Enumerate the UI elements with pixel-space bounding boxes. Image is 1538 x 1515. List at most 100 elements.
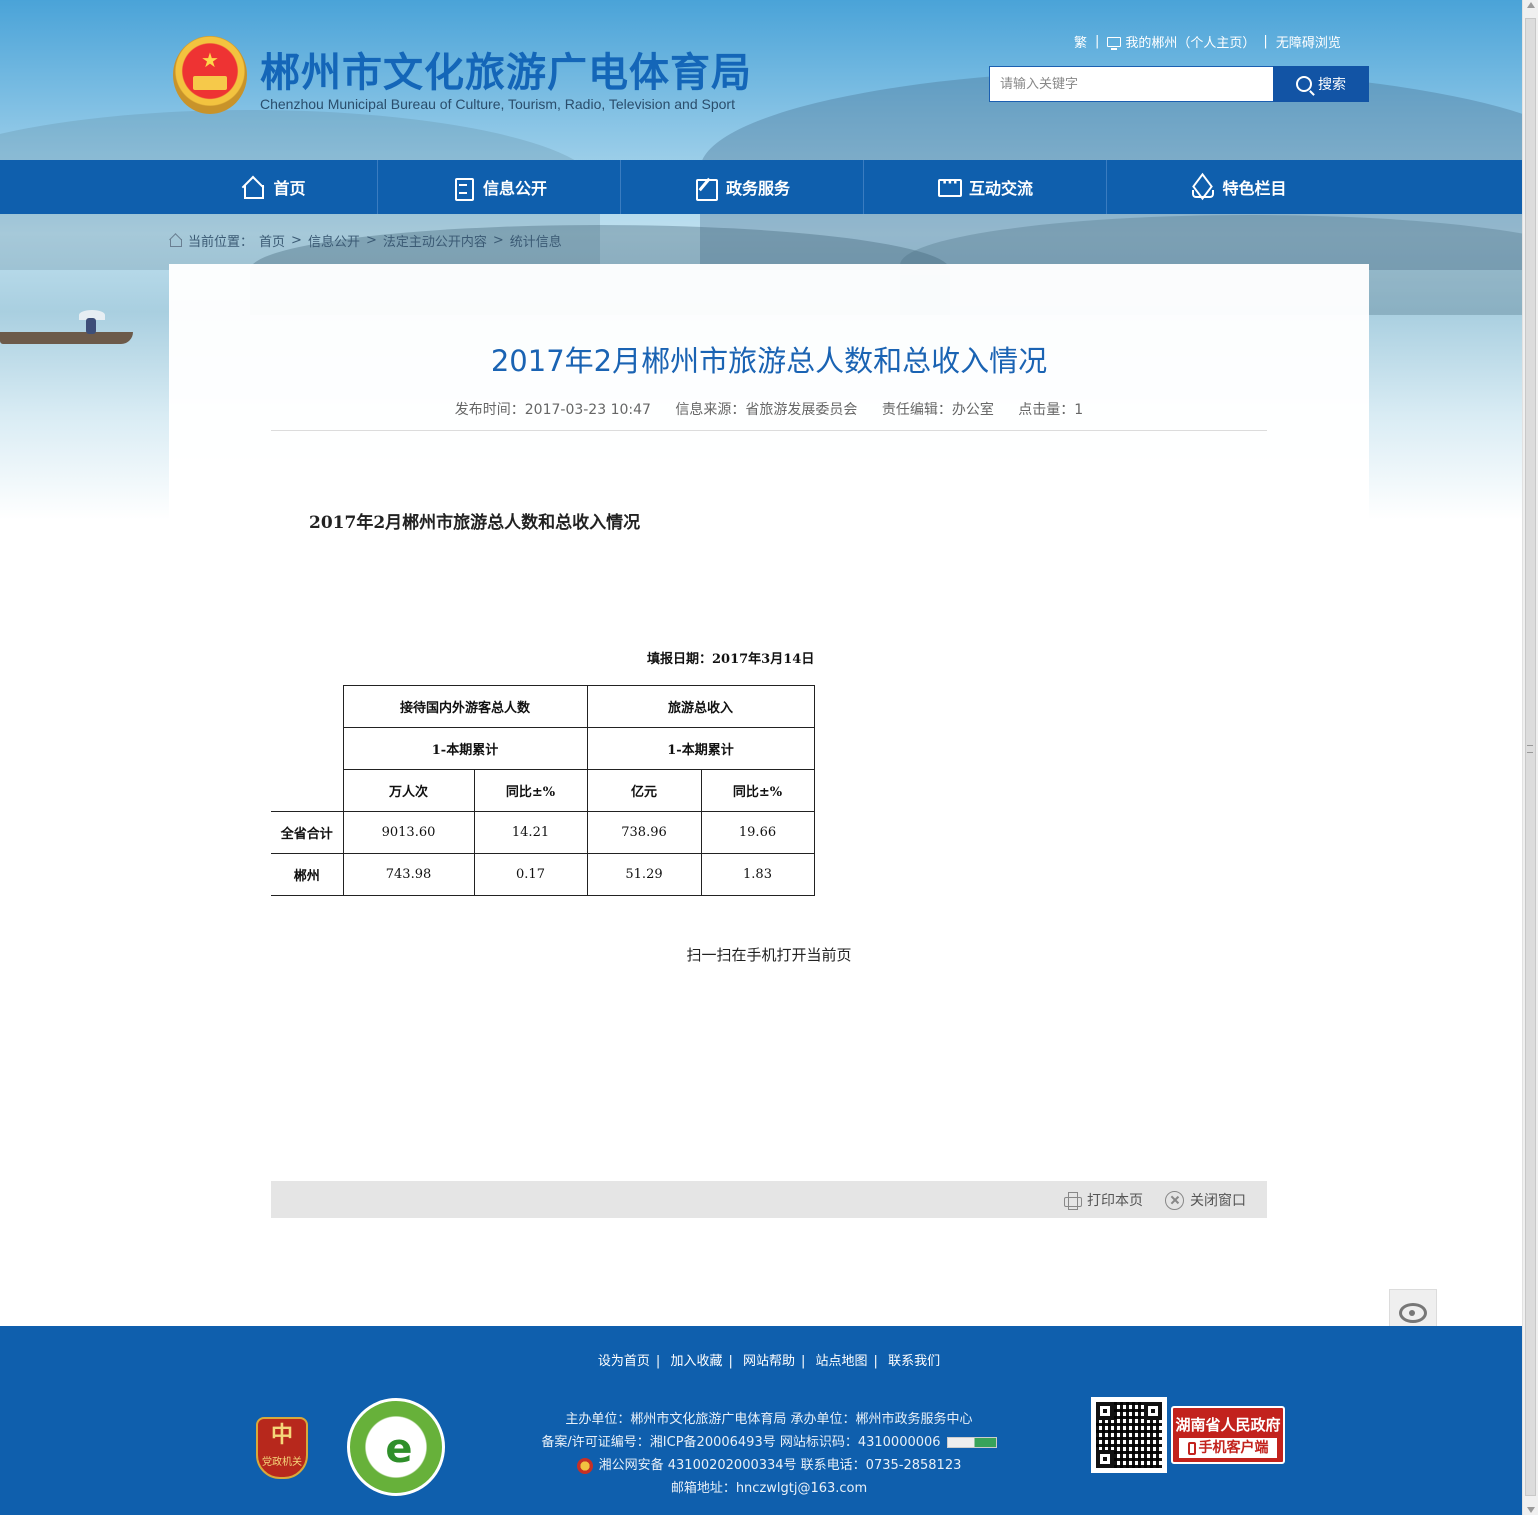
nav-label: 首页 [273,179,306,198]
vertical-scrollbar[interactable] [1522,0,1538,1515]
table-cell: 9013.60 [342,811,475,854]
footer-icp[interactable]: 备案/许可证编号：湘ICP备20006493号 网站标识码：4310000006 [541,1435,940,1450]
table-header: 同比±% [700,769,815,812]
leaf-e-icon: e [385,1426,413,1472]
home-icon [241,176,265,199]
boatman-image [86,318,96,334]
separator: | [1095,33,1100,49]
table-cell: 743.98 [342,853,475,896]
star-icon: ★ [201,48,219,72]
footer-info: 主办单位：郴州市文化旅游广电体育局 承办单位：郴州市政务服务中心 备案/许可证编… [480,1408,1058,1500]
close-icon [1165,1190,1184,1210]
scroll-down-icon[interactable] [1527,1507,1535,1513]
divider [271,430,1267,431]
search-input[interactable] [990,67,1273,101]
close-window-button[interactable]: 关闭窗口 [1165,1189,1246,1211]
separator: | [801,1354,806,1369]
emblem-gate-shape [193,76,227,90]
my-chenzhou-link[interactable]: 我的郴州（个人主页） [1107,32,1255,51]
close-label: 关闭窗口 [1190,1193,1246,1209]
scroll-up-icon[interactable] [1527,2,1535,8]
search-icon [1296,76,1312,92]
info-source: 信息来源：省旅游发展委员会 [675,402,858,418]
footer-links: 设为首页 | 加入收藏 | 网站帮助 | 站点地图 | 联系我们 [0,1350,1538,1369]
nav-item-gov-services[interactable]: 政务服务 [621,160,864,214]
separator: | [1263,33,1268,49]
nav-item-interaction[interactable]: 互动交流 [864,160,1107,214]
footer-link-sitemap[interactable]: 站点地图 [816,1354,868,1369]
hunan-gov-app-badge[interactable]: 湖南省人民政府 手机客户端 [1171,1406,1285,1464]
weibo-icon [1399,1303,1427,1323]
breadcrumb-separator: > [291,232,302,248]
footer-link-set-homepage[interactable]: 设为首页 [598,1354,650,1369]
national-emblem-icon: ★ [173,36,247,114]
home-icon [168,233,182,247]
qr-code-icon [1096,1402,1162,1468]
table-cell: 738.96 [586,811,702,854]
breadcrumb-separator: > [365,232,377,248]
search-button-label: 搜索 [1318,77,1346,93]
search-box [989,66,1274,102]
table-cell: 14.21 [473,811,588,854]
breadcrumb-item-statutory[interactable]: 法定主动公开内容 [383,231,487,250]
table-row: 全省合计 9013.60 14.21 738.96 19.66 [271,811,815,854]
table-row: 郴州 743.98 0.17 51.29 1.83 [271,853,815,896]
footer-link-bookmark[interactable]: 加入收藏 [670,1354,722,1369]
row-label: 郴州 [271,853,344,896]
party-badge-label: 党政机关 [262,1457,302,1468]
nav-label: 特色栏目 [1222,179,1287,198]
table-header: 万人次 [342,769,475,812]
print-button[interactable]: 打印本页 [1063,1189,1143,1211]
layers-icon [1190,176,1215,198]
footer-police-row: 湘公网安备 43100202000334号 联系电话：0735-2858123 [480,1454,1058,1477]
accessibility-link[interactable]: 无障碍浏览 [1276,32,1341,51]
breadcrumb: 当前位置： 首页 > 信息公开 > 法定主动公开内容 > 统计信息 [168,230,562,250]
body-heading: 2017年2月郴州市旅游总人数和总收入情况 [309,513,641,533]
traditional-chinese-link[interactable]: 繁 [1074,32,1087,51]
article-card: 2017年2月郴州市旅游总人数和总收入情况 发布时间：2017-03-23 10… [169,264,1369,1326]
statistics-table: 接待国内外游客总人数 旅游总收入 1-本期累计 1-本期累计 万人次 同比±% … [271,685,815,896]
app-badge-subtitle: 手机客户端 [1179,1438,1277,1458]
footer-police-record[interactable]: 湘公网安备 43100202000334号 联系电话：0735-2858123 [599,1458,962,1473]
nav-item-home[interactable]: 首页 [170,160,378,214]
separator: | [873,1354,878,1369]
responsible-editor: 责任编辑：办公室 [881,402,994,418]
search-button[interactable]: 搜索 [1273,66,1369,102]
main-nav-inner: 首页 信息公开 政务服务 互动交流 特色栏目 [170,160,1370,214]
nav-item-featured[interactable]: 特色栏目 [1107,160,1370,214]
qr-code [1091,1397,1167,1473]
footer: 设为首页 | 加入收藏 | 网站帮助 | 站点地图 | 联系我们 主办单位：郴州市文化旅… [0,1326,1522,1515]
monitor-icon [1107,36,1122,50]
party-government-badge[interactable]: 中 党政机关 [256,1417,308,1479]
publish-time: 发布时间：2017-03-23 10:47 [454,402,651,418]
footer-icp-row: 备案/许可证编号：湘ICP备20006493号 网站标识码：4310000006 [480,1431,1058,1454]
app-badge-title: 湖南省人民政府 [1175,1416,1281,1434]
table-header: 亿元 [586,769,702,812]
civilized-website-badge[interactable]: e [347,1398,445,1496]
table-header: 1-本期累计 [586,727,815,770]
cnzz-badge-icon[interactable] [946,1437,997,1448]
table-header: 旅游总收入 [586,685,815,728]
table-corner-cell [271,685,344,812]
footer-email: 邮箱地址：hnczwlgtj@163.com [670,1481,868,1496]
article-action-bar: 打印本页 关闭窗口 [271,1181,1267,1218]
footer-organizer: 主办单位：郴州市文化旅游广电体育局 承办单位：郴州市政务服务中心 [565,1412,973,1427]
party-emblem-icon: 中 [270,1423,293,1448]
main-nav: 首页 信息公开 政务服务 互动交流 特色栏目 [0,160,1522,214]
edit-icon [694,176,718,201]
site-title[interactable]: 郴州市文化旅游广电体育局 [260,40,752,98]
scrollbar-thumb[interactable] [1525,18,1536,1496]
table-cell: 19.66 [700,811,815,854]
top-links: 繁 | 我的郴州（个人主页） | 无障碍浏览 [1074,32,1370,51]
footer-link-contact[interactable]: 联系我们 [888,1354,940,1369]
police-emblem-icon [576,1457,593,1474]
footer-link-help[interactable]: 网站帮助 [743,1354,795,1369]
article-meta: 发布时间：2017-03-23 10:47 信息来源：省旅游发展委员会 责任编辑… [169,399,1369,419]
breadcrumb-item-info[interactable]: 信息公开 [308,231,360,250]
breadcrumb-item-statistics[interactable]: 统计信息 [510,231,562,250]
breadcrumb-item-home[interactable]: 首页 [259,231,285,250]
table-cell: 1.83 [700,853,815,896]
view-count: 点击量：1 [1018,402,1084,418]
nav-item-info-disclosure[interactable]: 信息公开 [378,160,621,214]
printer-icon [1063,1191,1082,1210]
